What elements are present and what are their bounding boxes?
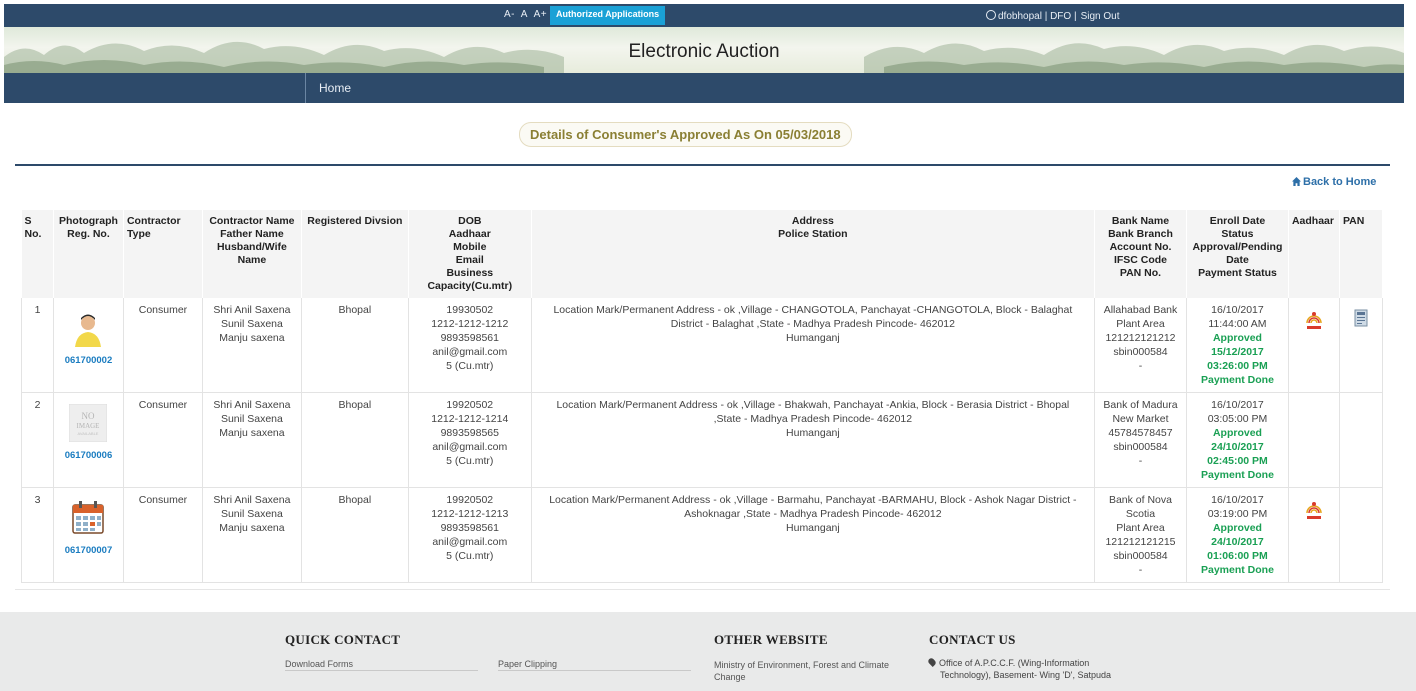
paper-clipping-link[interactable]: Paper Clipping [498, 659, 557, 669]
table-row: 3 061700007 Consumer Shri Anil Saxena Su… [21, 487, 1384, 583]
row-type: Consumer [122, 487, 203, 583]
main-menu: Home [4, 73, 1404, 103]
menu-item-home[interactable]: Home [305, 73, 364, 103]
row-type: Consumer [122, 298, 203, 393]
row-name: Shri Anil Saxena Sunil Saxena Manju saxena [201, 298, 302, 393]
row-division: Bhopal [300, 487, 409, 583]
divider [15, 164, 1390, 166]
person-photo-icon[interactable] [69, 309, 108, 347]
col-type: Contractor Type [123, 210, 203, 298]
user-info: dfobhopal | DFO | Sign Out [986, 9, 1120, 22]
svg-text:NO: NO [82, 411, 95, 421]
footer-divider [15, 589, 1390, 590]
row-sno: 1 [21, 298, 54, 393]
row-enroll: 16/10/2017 03:05:00 PM Approved 24/10/2017… [1185, 392, 1289, 488]
font-increase-button[interactable]: A+ [534, 9, 548, 20]
row-bank: Bank of Nova Scotia Plant Area 121212121215… [1094, 487, 1187, 583]
col-photo: Photograph Reg. No. [53, 210, 124, 298]
col-pan: PAN [1339, 210, 1384, 298]
row-dob: 19930502 1212-1212-1212 9893598561 anil@gma… [407, 298, 532, 393]
row-photo-cell: NO IMAGE AVAILABLE 061700006 [52, 392, 124, 488]
user-icon [986, 10, 996, 20]
col-division: Registered Divsion [301, 210, 409, 298]
row-aadhaar [1287, 298, 1340, 393]
consumers-table: S No. Photograph Reg. No. Contractor Type C… [21, 210, 1384, 583]
row-name: Shri Anil Saxena Sunil Saxena Manju saxena [201, 487, 302, 583]
reg-no-link[interactable]: 061700006 [65, 450, 113, 461]
col-bank: Bank Name Bank Branch Account No. IFSC Code… [1094, 210, 1187, 298]
calendar-photo-icon[interactable] [69, 499, 107, 537]
col-sno: S No. [21, 210, 54, 298]
authorized-applications-button[interactable]: Authorized Applications [550, 6, 666, 25]
col-enroll: Enroll Date Status Approval/Pending Date Pay… [1186, 210, 1289, 298]
row-pan [1338, 487, 1384, 583]
row-aadhaar [1287, 392, 1340, 488]
aadhaar-icon[interactable] [1304, 309, 1324, 331]
row-photo-cell: 061700007 [52, 487, 124, 583]
font-size-controls: A- A A+ [504, 9, 550, 20]
row-dob: 19920502 1212-1212-1213 9893598561 anil@gma… [407, 487, 532, 583]
top-bar: A- A A+ Authorized Applications dfobhopa… [4, 4, 1404, 27]
table-row: 2 NO IMAGE AVAILABLE 061700006 Consumer … [21, 392, 1384, 488]
row-pan [1338, 392, 1384, 488]
no-image-placeholder-icon[interactable]: NO IMAGE AVAILABLE [69, 404, 108, 442]
contact-us-title: CONTACT US [929, 632, 1016, 647]
row-address: Location Mark/Permanent Address - ok ,Vi… [530, 487, 1096, 583]
download-forms-link[interactable]: Download Forms [285, 659, 353, 669]
row-name: Shri Anil Saxena Sunil Saxena Manju saxena [201, 392, 302, 488]
row-address: Location Mark/Permanent Address - ok ,Vi… [530, 298, 1096, 393]
row-type: Consumer [122, 392, 203, 488]
col-address: Address Police Station [531, 210, 1096, 298]
row-address: Location Mark/Permanent Address - ok ,Vi… [530, 392, 1096, 488]
row-pan [1338, 298, 1384, 393]
page-title: Electronic Auction [628, 41, 780, 62]
user-text: dfobhopal | DFO | [998, 11, 1077, 22]
map-pin-icon [927, 657, 937, 667]
table-row: 1 061700002 Consumer Shri Anil Saxena Sun… [21, 298, 1384, 393]
font-normal-button[interactable]: A [521, 9, 528, 20]
svg-text:AVAILABLE: AVAILABLE [78, 431, 99, 436]
row-division: Bhopal [300, 298, 409, 393]
row-aadhaar [1287, 487, 1340, 583]
sign-out-link[interactable]: Sign Out [1081, 11, 1120, 22]
aadhaar-icon[interactable] [1304, 499, 1324, 521]
col-dob: DOB Aadhaar Mobile Email Business Capacity(Cu… [408, 210, 532, 298]
row-sno: 2 [21, 392, 54, 488]
svg-text:IMAGE: IMAGE [77, 422, 100, 430]
link-underline [285, 670, 478, 671]
row-photo-cell: 061700002 [52, 298, 124, 393]
table-header-row: S No. Photograph Reg. No. Contractor Type C… [21, 210, 1384, 298]
footer: QUICK CONTACT Download Forms Paper Clipp… [0, 612, 1416, 691]
col-name: Contractor Name Father Name Husband/Wife Na… [202, 210, 302, 298]
row-enroll: 16/10/2017 03:19:00 PM Approved 24/10/2017… [1185, 487, 1289, 583]
row-division: Bhopal [300, 392, 409, 488]
pan-card-icon[interactable] [1354, 309, 1368, 327]
contact-address: Office of A.P.C.C.F. (Wing-Information Te… [927, 657, 1111, 681]
site-banner: Electronic Auction [4, 27, 1404, 73]
back-to-home-link[interactable]: Back to Home [1292, 176, 1376, 188]
home-icon [1292, 177, 1301, 186]
reg-no-link[interactable]: 061700002 [65, 355, 113, 366]
row-bank: Bank of Madura New Market 45784578457 sbin0… [1094, 392, 1187, 488]
back-to-home-label: Back to Home [1303, 176, 1377, 188]
reg-no-link[interactable]: 061700007 [65, 545, 113, 556]
link-underline [498, 670, 691, 671]
moef-link[interactable]: Ministry of Environment, Forest and Clim… [714, 659, 889, 683]
row-bank: Allahabad Bank Plant Area 121212121212 sbin… [1094, 298, 1187, 393]
col-aadhaar: Aadhaar [1288, 210, 1340, 298]
row-dob: 19920502 1212-1212-1214 9893598565 anil@gma… [407, 392, 532, 488]
row-sno: 3 [21, 487, 54, 583]
section-heading: Details of Consumer's Approved As On 05/… [519, 122, 852, 147]
quick-contact-title: QUICK CONTACT [285, 632, 401, 647]
other-website-title: OTHER WEBSITE [714, 632, 828, 647]
font-decrease-button[interactable]: A- [504, 9, 515, 20]
row-enroll: 16/10/2017 11:44:00 AM Approved 15/12/2017… [1185, 298, 1289, 393]
